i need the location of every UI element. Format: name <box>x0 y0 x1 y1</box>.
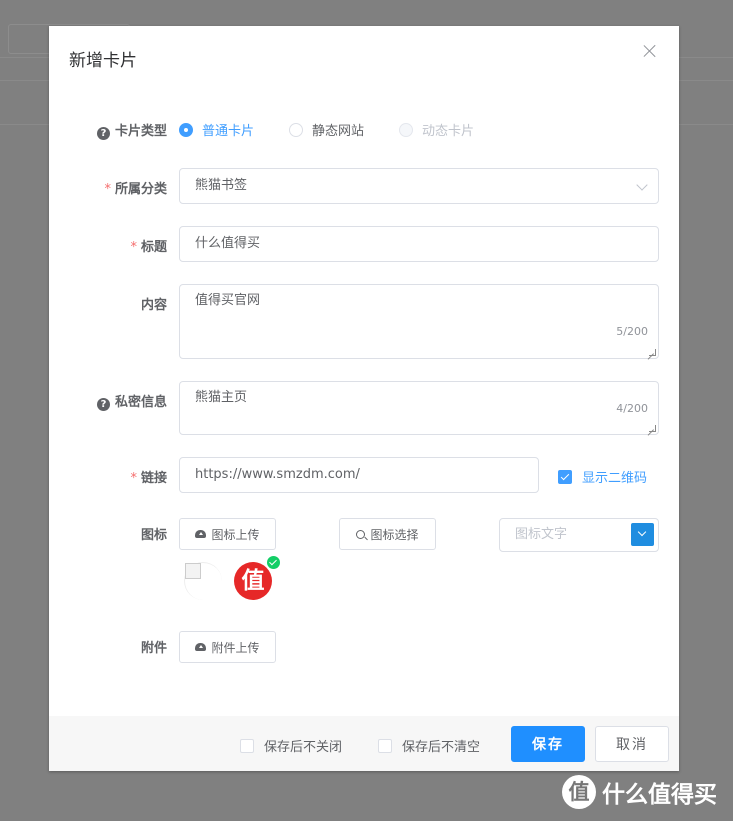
check-badge-icon <box>267 556 280 569</box>
radio-normal-card[interactable]: 普通卡片 <box>179 120 254 139</box>
icon-upload-button[interactable]: 图标上传 <box>179 518 276 550</box>
chevron-down-icon[interactable] <box>631 523 654 546</box>
checkbox-box <box>378 738 392 753</box>
keep-data-checkbox[interactable]: 保存后不清空 <box>378 736 480 755</box>
attachment-upload-button[interactable]: 附件上传 <box>179 631 276 663</box>
radio-dot <box>289 122 303 137</box>
resize-handle[interactable] <box>649 425 656 432</box>
content-label: 内容 <box>140 298 167 313</box>
dialog-footer: 保存后不关闭 保存后不清空 保存 取消 <box>49 716 679 771</box>
keep-open-checkbox[interactable]: 保存后不关闭 <box>240 736 342 755</box>
resize-handle[interactable] <box>649 349 656 356</box>
watermark: 值 什么值得买 <box>562 775 717 809</box>
radio-dot <box>179 122 193 137</box>
show-qr-checkbox[interactable]: 显示二维码 <box>558 467 647 486</box>
watermark-text: 什么值得买 <box>602 782 717 808</box>
radio-dot <box>399 122 413 137</box>
chevron-down-icon <box>636 179 648 191</box>
checkbox-box <box>558 469 572 484</box>
cloud-upload-icon <box>195 530 207 538</box>
card-type-label: ? 卡片类型 <box>96 120 167 140</box>
category-select[interactable]: 熊猫书签 <box>179 168 659 204</box>
cloud-upload-icon <box>195 643 207 651</box>
content-textarea[interactable]: 值得买官网 5/200 <box>179 284 659 359</box>
content-char-count: 5/200 <box>616 325 648 338</box>
help-icon[interactable]: ? <box>96 398 110 411</box>
search-icon <box>356 529 366 539</box>
icon-label: 图标 <box>140 528 167 543</box>
help-icon[interactable]: ? <box>96 127 110 140</box>
watermark-logo-icon: 值 <box>562 775 596 809</box>
link-label: * 链接 <box>130 471 167 486</box>
title-label: * 标题 <box>130 240 167 255</box>
smzdm-logo-icon[interactable]: 值 <box>234 562 272 600</box>
private-textarea[interactable]: 熊猫主页 4/200 <box>179 381 659 435</box>
private-char-count: 4/200 <box>616 402 648 415</box>
checkbox-box <box>240 738 254 753</box>
private-label: ? 私密信息 <box>96 391 167 411</box>
card-type-row: ? 卡片类型 普通卡片 静态网站 动态卡片 <box>49 120 679 140</box>
dialog-title: 新增卡片 <box>69 51 137 71</box>
category-label: * 所属分类 <box>104 182 167 197</box>
icon-preview-broken-image <box>184 562 222 600</box>
link-input[interactable]: https://www.smzdm.com/ <box>179 457 539 493</box>
cancel-button[interactable]: 取消 <box>595 726 669 762</box>
save-button[interactable]: 保存 <box>511 726 585 762</box>
attachment-label: 附件 <box>140 641 167 656</box>
radio-static-site[interactable]: 静态网站 <box>289 120 364 139</box>
icon-choose-button[interactable]: 图标选择 <box>339 518 436 550</box>
icon-text-select[interactable]: 图标文字 <box>499 518 659 552</box>
title-input[interactable]: 什么值得买 <box>179 226 659 262</box>
dialog-header: 新增卡片 <box>49 26 679 88</box>
close-icon[interactable] <box>643 44 657 58</box>
add-card-dialog: 新增卡片 ? 卡片类型 普通卡片 静态网站 动态卡片 * 所属分类 熊猫书签 * 标题… <box>49 26 679 771</box>
radio-dynamic-card: 动态卡片 <box>399 120 474 139</box>
